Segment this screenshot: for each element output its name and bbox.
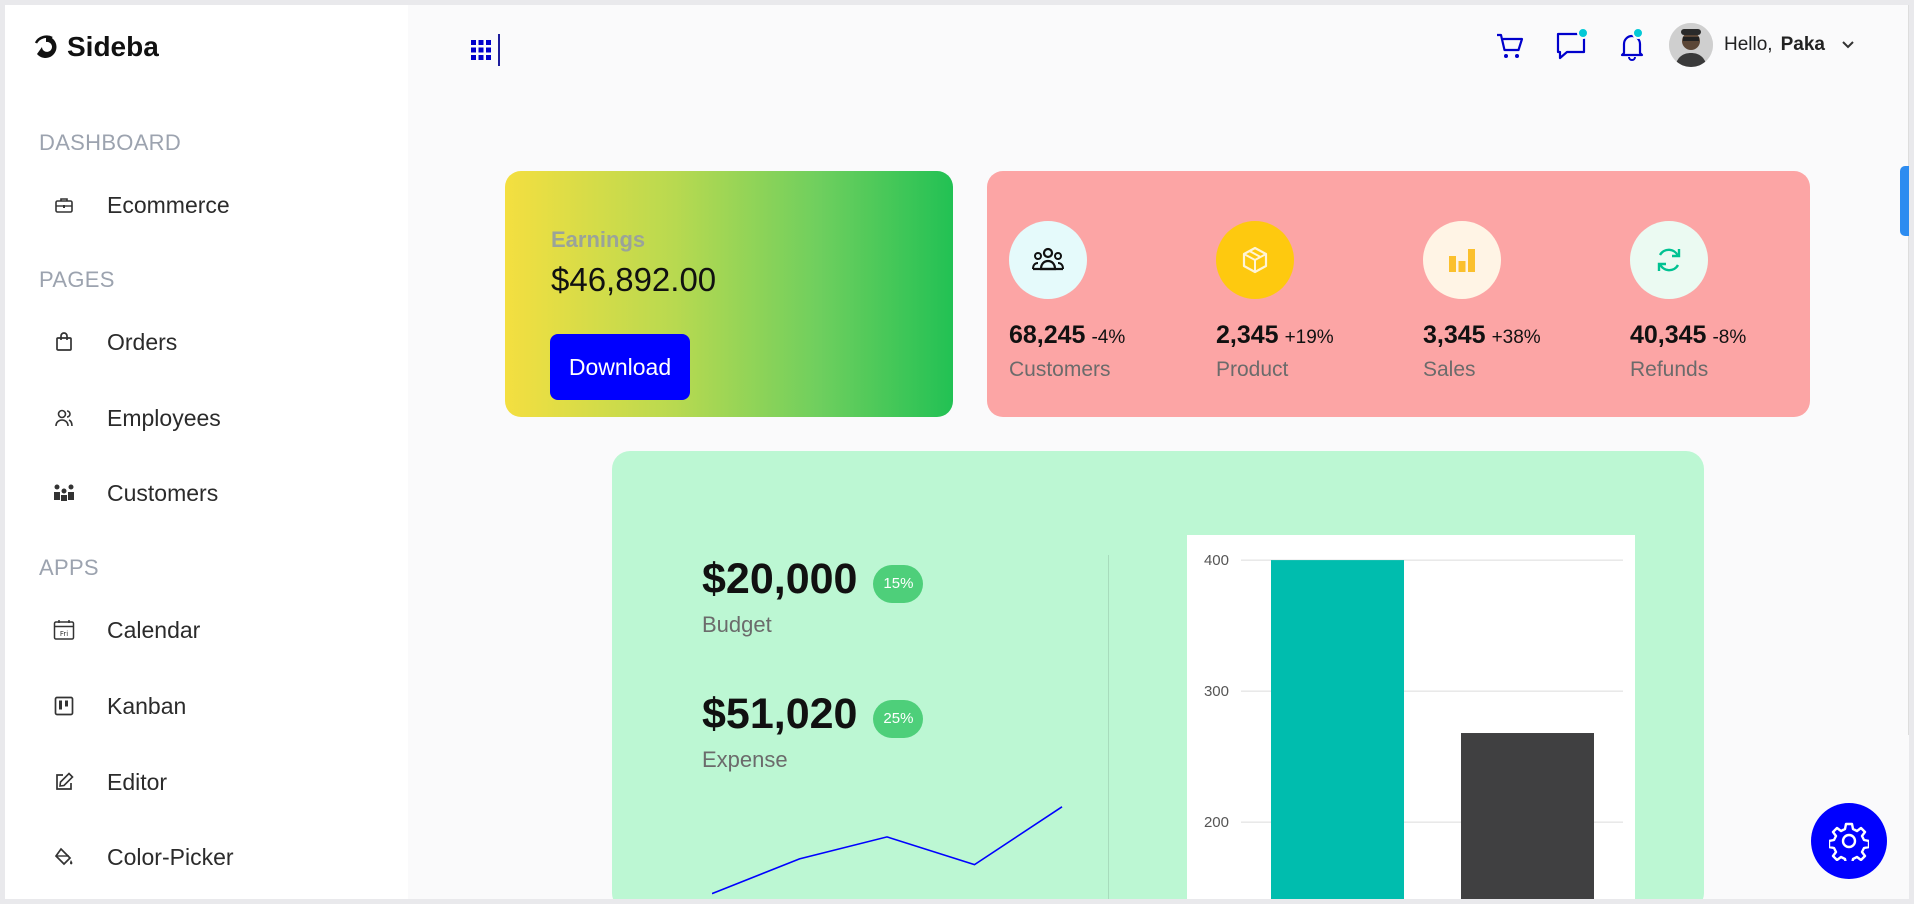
earnings-value: $46,892.00 <box>551 261 717 298</box>
section-title-apps: APPS <box>39 555 99 580</box>
sidebar-item-label: Kanban <box>107 692 187 719</box>
y-tick-label: 400 <box>1204 552 1229 569</box>
menu-grid-icon <box>471 40 491 60</box>
notification-button[interactable] <box>1618 27 1648 61</box>
sidebar: Sideba DASHBOARD Ecommerce PAGES Orders … <box>5 5 408 899</box>
sidebar-item-label: Color-Picker <box>107 843 234 870</box>
budget-block: $20,000 15% Budget <box>702 555 924 638</box>
revenue-card: $20,000 15% Budget $51,020 25% Expense 4… <box>612 451 1704 899</box>
stat-amount: 2,345 <box>1216 321 1279 349</box>
stat-customers: 68,245 -4% Customers <box>1009 221 1189 382</box>
gear-icon <box>1829 822 1869 861</box>
stat-percentage: -8% <box>1712 327 1747 348</box>
sidebar-item-calendar[interactable]: Fri Calendar <box>53 610 200 650</box>
settings-button[interactable] <box>1811 803 1887 879</box>
customers-icon <box>1032 247 1064 271</box>
chat-notification-dot <box>1577 27 1589 39</box>
sidebar-item-kanban[interactable]: Kanban <box>53 686 186 726</box>
sidebar-item-ecommerce[interactable]: Ecommerce <box>53 185 230 225</box>
product-icon-button[interactable] <box>1216 221 1294 299</box>
earnings-title: Earnings <box>551 227 646 252</box>
revenue-bar-chart: 400 300 200 <box>1187 535 1635 899</box>
stat-product: 2,345 +19% Product <box>1216 221 1396 382</box>
sidebar-item-orders[interactable]: Orders <box>53 322 177 362</box>
bar-chart-svg: 400 300 200 <box>1204 552 1623 899</box>
brand-name: Sideba <box>67 31 159 62</box>
expense-block: $51,020 25% Expense <box>702 690 924 773</box>
box-icon <box>1242 246 1268 274</box>
customers-icon-button[interactable] <box>1009 221 1087 299</box>
cart-button[interactable] <box>1495 31 1525 61</box>
stat-amount: 40,345 <box>1630 321 1707 349</box>
scrollbar-thumb[interactable] <box>1900 166 1909 236</box>
expense-label: Expense <box>702 747 788 772</box>
budget-label: Budget <box>702 612 772 637</box>
menu-toggle-button[interactable] <box>470 33 500 67</box>
bar-chart-icon <box>1449 249 1475 272</box>
greeting-text: Hello, <box>1724 34 1773 55</box>
kanban-icon <box>53 695 75 717</box>
sidebar-item-label: Orders <box>107 328 178 355</box>
people-icon <box>53 407 75 429</box>
y-tick-label: 200 <box>1204 814 1229 831</box>
section-title-dashboard: DASHBOARD <box>39 130 182 155</box>
shopping-bag-icon <box>53 331 75 353</box>
chat-button[interactable] <box>1555 27 1589 61</box>
text-cursor <box>498 34 500 66</box>
edit-icon <box>53 771 75 793</box>
user-profile-toggle[interactable]: Hello, Paka <box>1724 34 1825 56</box>
stat-amount: 3,345 <box>1423 321 1486 349</box>
sparkline-chart <box>712 806 1063 895</box>
refunds-icon-button[interactable] <box>1630 221 1708 299</box>
brand-link[interactable]: Sideba <box>33 31 159 63</box>
sidebar-item-label: Ecommerce <box>107 191 230 218</box>
stat-percentage: +19% <box>1284 327 1334 348</box>
budget-amount: $20,000 <box>702 555 858 603</box>
bar-0-segment-0 <box>1271 560 1404 899</box>
stat-amount: 68,245 <box>1009 321 1086 349</box>
stat-percentage: -4% <box>1091 327 1126 348</box>
sparkline-series <box>712 806 1063 895</box>
cart-icon <box>1497 33 1524 58</box>
svg-text:Fri: Fri <box>60 630 68 638</box>
username: Paka <box>1780 34 1825 55</box>
sidebar-item-label: Employees <box>107 404 221 431</box>
budget-badge: 15% <box>873 564 924 603</box>
y-tick-label: 300 <box>1204 683 1229 700</box>
calendar-icon: Fri <box>53 619 75 641</box>
stat-percentage: +38% <box>1491 327 1541 348</box>
chevron-down-icon[interactable] <box>1841 40 1855 50</box>
bar-1-segment-1 <box>1461 733 1594 899</box>
avatar[interactable] <box>1669 23 1713 67</box>
stat-sales: 3,345 +38% Sales <box>1423 221 1603 382</box>
paint-bucket-icon <box>53 846 75 868</box>
sidebar-item-employees[interactable]: Employees <box>53 398 221 438</box>
stat-title: Customers <box>1009 358 1111 381</box>
section-title-pages: PAGES <box>39 267 115 292</box>
sidebar-item-label: Calendar <box>107 616 201 643</box>
sidebar-item-label: Customers <box>107 479 219 506</box>
sidebar-item-color-picker[interactable]: Color-Picker <box>53 837 234 877</box>
scrollbar-track[interactable] <box>1908 5 1909 735</box>
bell-notification-dot <box>1632 27 1644 39</box>
sidebar-item-customers[interactable]: Customers <box>53 473 218 513</box>
download-button[interactable]: Download <box>550 334 690 400</box>
card-divider <box>1108 555 1109 899</box>
stat-title: Refunds <box>1630 358 1709 381</box>
logo-icon <box>34 35 57 58</box>
sidebar-item-editor[interactable]: Editor <box>53 762 167 802</box>
sales-icon-button[interactable] <box>1423 221 1501 299</box>
app-frame: Sideba DASHBOARD Ecommerce PAGES Orders … <box>5 5 1909 899</box>
group-icon <box>53 482 75 504</box>
refresh-icon <box>1657 248 1681 272</box>
stats-card: 68,245 -4% Customers 2,345 +19% Product … <box>987 171 1810 417</box>
earnings-card: Earnings $46,892.00 Download <box>505 171 953 417</box>
expense-badge: 25% <box>873 699 924 738</box>
stat-title: Sales <box>1423 358 1476 381</box>
expense-amount: $51,020 <box>702 690 858 738</box>
stat-refunds: 40,345 -8% Refunds <box>1630 221 1810 382</box>
sidebar-item-label: Editor <box>107 768 168 795</box>
stat-title: Product <box>1216 358 1289 381</box>
briefcase-icon <box>53 194 75 216</box>
